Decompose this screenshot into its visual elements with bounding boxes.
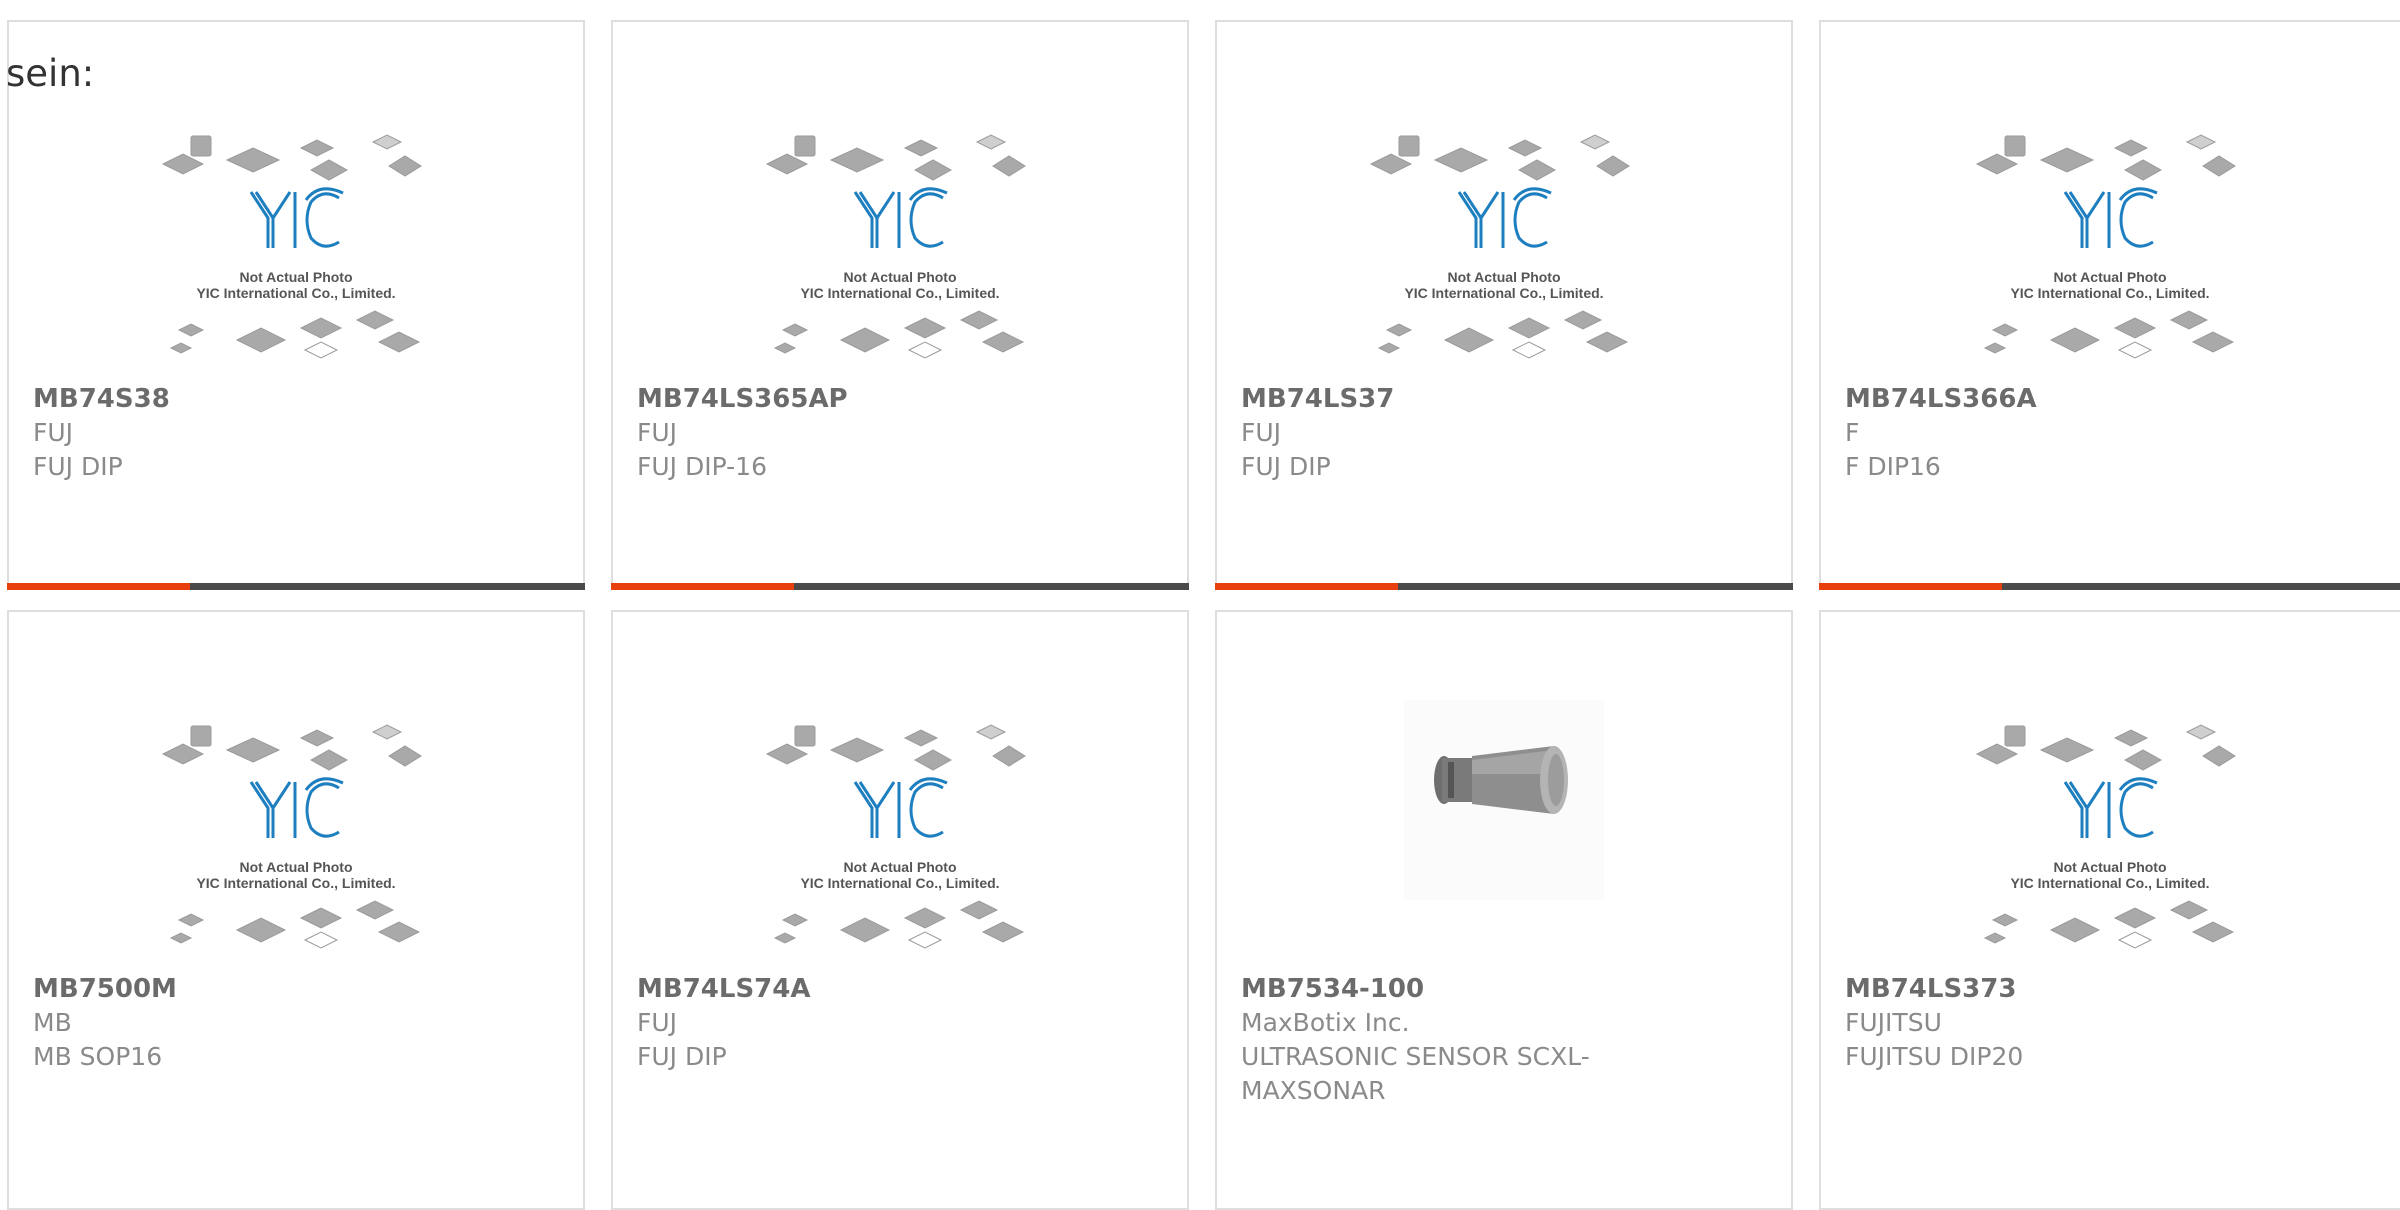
not-actual-photo-placeholder: Not Actual Photo YIC International Co., …	[161, 724, 422, 949]
not-actual-photo-placeholder: Not Actual Photo YIC International Co., …	[1369, 134, 1630, 359]
not-actual-photo-placeholder: Not Actual Photo YIC International Co., …	[1975, 724, 2236, 949]
description: FUJITSU DIP20	[1845, 1042, 2024, 1071]
placeholder-line-1: Not Actual Photo	[239, 269, 352, 285]
part-number[interactable]: MB7534-100	[1241, 972, 1771, 1006]
description: MB SOP16	[33, 1042, 163, 1071]
part-number[interactable]: MB74LS74A	[637, 972, 1167, 1006]
not-actual-photo-placeholder: Not Actual Photo YIC International Co., …	[765, 134, 1026, 359]
manufacturer: F	[1845, 418, 1860, 447]
product-card[interactable]: Not Actual Photo YIC International Co., …	[611, 20, 1189, 590]
not-actual-photo-placeholder: Not Actual Photo YIC International Co., …	[161, 134, 422, 359]
part-number[interactable]: MB74LS366A	[1845, 382, 2380, 416]
product-image[interactable]: Not Actual Photo YIC International Co., …	[1821, 700, 2399, 970]
product-image[interactable]: Not Actual Photo YIC International Co., …	[613, 110, 1187, 380]
product-card[interactable]: Not Actual Photo YIC International Co., …	[611, 610, 1189, 1210]
card-accent	[1215, 583, 1398, 590]
placeholder-line-1: Not Actual Photo	[2053, 269, 2166, 285]
card-bottom-bar	[7, 583, 585, 590]
description: FUJ DIP	[33, 452, 123, 481]
card-bottom-bar	[1819, 583, 2400, 590]
product-image[interactable]: Not Actual Photo YIC International Co., …	[613, 700, 1187, 970]
product-image[interactable]: Not Actual Photo YIC International Co., …	[1821, 110, 2399, 380]
description: FUJ DIP	[637, 1042, 727, 1071]
placeholder-line-1: Not Actual Photo	[2053, 859, 2166, 875]
manufacturer: FUJ	[637, 418, 678, 447]
placeholder-line-2: YIC International Co., Limited.	[196, 875, 395, 891]
product-card[interactable]: Not Actual Photo YIC International Co., …	[7, 20, 585, 590]
manufacturer: MaxBotix Inc.	[1241, 1008, 1410, 1037]
manufacturer: MB	[33, 1008, 72, 1037]
placeholder-line-2: YIC International Co., Limited.	[196, 285, 395, 301]
product-grid: Not Actual Photo YIC International Co., …	[0, 0, 2400, 1210]
not-actual-photo-placeholder: Not Actual Photo YIC International Co., …	[765, 724, 1026, 949]
manufacturer: FUJITSU	[1845, 1008, 1942, 1037]
placeholder-line-1: Not Actual Photo	[239, 859, 352, 875]
placeholder-line-1: Not Actual Photo	[843, 269, 956, 285]
ultrasonic-sensor-photo	[1404, 700, 1604, 900]
product-card[interactable]: Not Actual Photo YIC International Co., …	[1215, 20, 1793, 590]
product-image[interactable]: Not Actual Photo YIC International Co., …	[9, 700, 583, 970]
product-image[interactable]: Not Actual Photo YIC International Co., …	[1217, 110, 1791, 380]
product-card[interactable]: Not Actual Photo YIC International Co., …	[1819, 610, 2400, 1210]
product-card[interactable]: Not Actual Photo YIC International Co., …	[7, 610, 585, 1210]
description: ULTRASONIC SENSOR SCXL-MAXSONAR	[1241, 1042, 1590, 1105]
product-card[interactable]: MB7534-100 MaxBotix Inc. ULTRASONIC SENS…	[1215, 610, 1793, 1210]
card-accent	[611, 583, 794, 590]
part-number[interactable]: MB74LS365AP	[637, 382, 1167, 416]
placeholder-line-2: YIC International Co., Limited.	[2010, 875, 2209, 891]
part-number[interactable]: MB74LS37	[1241, 382, 1771, 416]
card-bottom-bar	[1215, 583, 1793, 590]
placeholder-line-2: YIC International Co., Limited.	[800, 875, 999, 891]
placeholder-line-2: YIC International Co., Limited.	[2010, 285, 2209, 301]
card-accent	[1819, 583, 2002, 590]
manufacturer: FUJ	[33, 418, 74, 447]
not-actual-photo-placeholder: Not Actual Photo YIC International Co., …	[1975, 134, 2236, 359]
product-image[interactable]: Not Actual Photo YIC International Co., …	[9, 110, 583, 380]
manufacturer: FUJ	[1241, 418, 1282, 447]
placeholder-line-2: YIC International Co., Limited.	[1404, 285, 1603, 301]
manufacturer: FUJ	[637, 1008, 678, 1037]
placeholder-line-2: YIC International Co., Limited.	[800, 285, 999, 301]
product-card[interactable]: Not Actual Photo YIC International Co., …	[1819, 20, 2400, 590]
description: FUJ DIP-16	[637, 452, 767, 481]
intro-text: sein:	[6, 52, 95, 95]
placeholder-line-1: Not Actual Photo	[843, 859, 956, 875]
description: F DIP16	[1845, 452, 1941, 481]
part-number[interactable]: MB74LS373	[1845, 972, 2380, 1006]
card-bottom-bar	[611, 583, 1189, 590]
placeholder-line-1: Not Actual Photo	[1447, 269, 1560, 285]
part-number[interactable]: MB74S38	[33, 382, 563, 416]
part-number[interactable]: MB7500M	[33, 972, 563, 1006]
card-accent	[7, 583, 190, 590]
product-image[interactable]	[1217, 700, 1791, 970]
description: FUJ DIP	[1241, 452, 1331, 481]
